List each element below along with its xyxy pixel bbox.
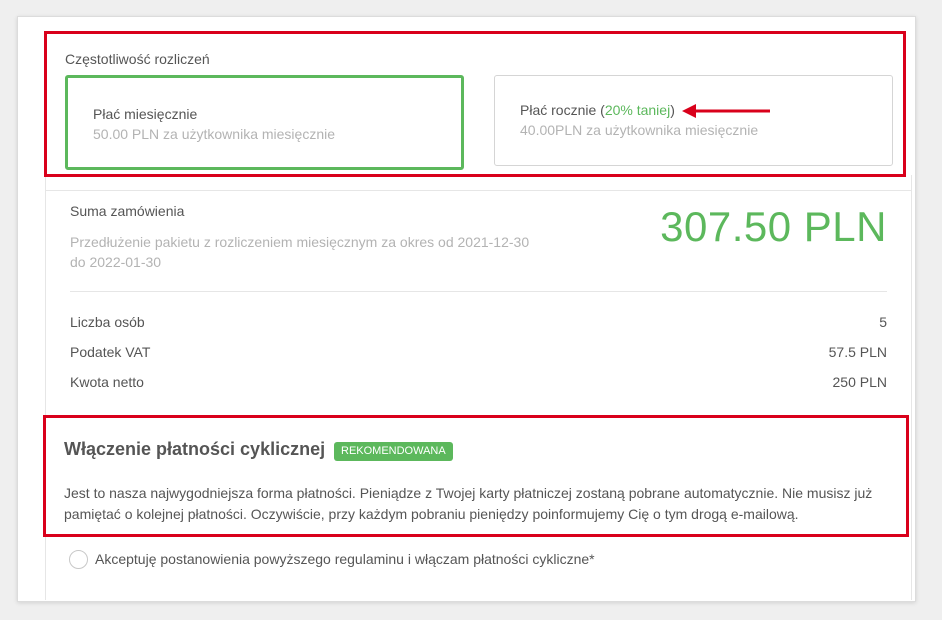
summary-row-label: Liczba osób xyxy=(70,314,145,330)
order-sum-label: Suma zamówienia xyxy=(70,203,185,219)
summary-row-value: 5 xyxy=(879,314,887,330)
summary-row-label: Kwota netto xyxy=(70,374,144,390)
highlight-frame-billing xyxy=(44,31,906,177)
accept-terms-radio[interactable] xyxy=(69,550,88,569)
highlight-frame-recurring xyxy=(43,415,909,537)
summary-row-value: 57.5 PLN xyxy=(828,344,887,360)
accept-terms-label[interactable]: Akceptuję postanowienia powyższego regul… xyxy=(95,551,595,567)
divider xyxy=(70,291,887,292)
summary-row-net: Kwota netto 250 PLN xyxy=(70,374,887,390)
order-description: Przedłużenie pakietu z rozliczeniem mies… xyxy=(70,234,530,270)
divider xyxy=(45,190,911,191)
order-total: 307.50 PLN xyxy=(660,203,887,250)
summary-row-label: Podatek VAT xyxy=(70,344,151,360)
summary-row-value: 250 PLN xyxy=(832,374,887,390)
summary-row-persons: Liczba osób 5 xyxy=(70,314,887,330)
summary-row-vat: Podatek VAT 57.5 PLN xyxy=(70,344,887,360)
divider xyxy=(911,175,912,600)
